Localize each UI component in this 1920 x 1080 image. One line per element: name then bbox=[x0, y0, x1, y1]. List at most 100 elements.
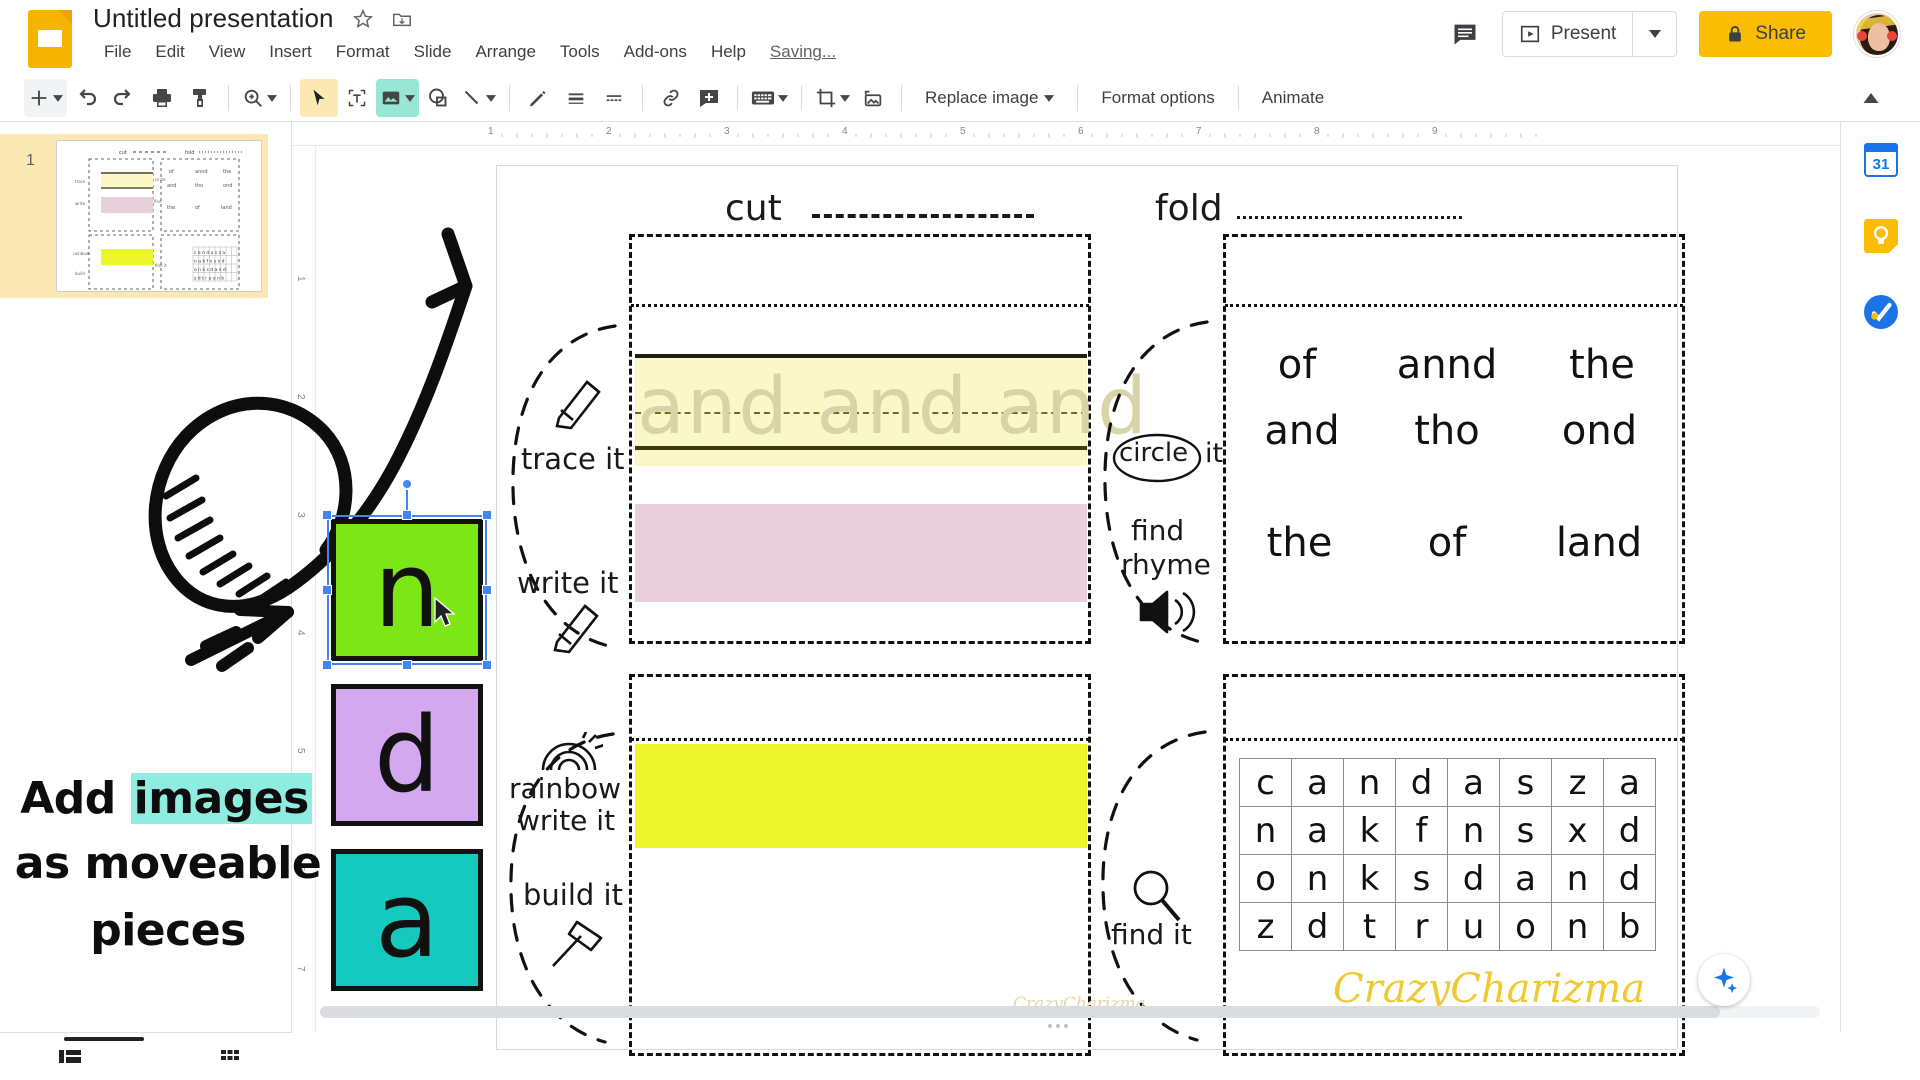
saving-status[interactable]: Saving... bbox=[770, 42, 836, 62]
letter-cell-0-1: a bbox=[1291, 758, 1344, 807]
toolbar-divider bbox=[1237, 85, 1239, 111]
letter-tile-d[interactable]: d bbox=[331, 684, 483, 826]
slide-filmstrip[interactable]: 1 cut fold of annd the and tho ond the o… bbox=[0, 122, 292, 1032]
menu-item-insert[interactable]: Insert bbox=[257, 38, 324, 66]
share-button[interactable]: Share bbox=[1699, 11, 1832, 57]
word-cell-1-2: ond bbox=[1561, 408, 1638, 454]
replace-image-button[interactable]: Replace image bbox=[911, 79, 1068, 117]
present-button[interactable]: Present bbox=[1503, 12, 1632, 56]
tasks-icon[interactable] bbox=[1861, 292, 1901, 332]
resize-handle-nw[interactable] bbox=[322, 510, 332, 520]
horizontal-ruler[interactable]: 1 2 3 4 5 6 7 8 9 bbox=[292, 122, 1840, 146]
menu-item-help[interactable]: Help bbox=[699, 38, 758, 66]
svg-text:the: the bbox=[167, 205, 175, 211]
keyboard-icon bbox=[751, 91, 775, 105]
insert-shape-button[interactable] bbox=[419, 79, 457, 117]
scrollbar-thumb[interactable] bbox=[320, 1006, 1720, 1018]
resize-handle-n[interactable] bbox=[402, 510, 412, 520]
explore-button[interactable] bbox=[1698, 954, 1750, 1006]
print-icon bbox=[153, 89, 171, 107]
grid-view-button[interactable] bbox=[210, 1037, 250, 1077]
letter-cell-2-2: k bbox=[1343, 854, 1396, 903]
keep-icon[interactable] bbox=[1861, 216, 1901, 256]
border-dash-button[interactable] bbox=[595, 79, 633, 117]
speaker-notes-button[interactable] bbox=[747, 79, 792, 117]
present-dropdown-button[interactable] bbox=[1632, 12, 1676, 56]
calendar-icon[interactable]: 31 bbox=[1861, 140, 1901, 180]
menu-item-slide[interactable]: Slide bbox=[402, 38, 464, 66]
resize-handle-w[interactable] bbox=[322, 585, 332, 595]
print-button[interactable] bbox=[143, 79, 181, 117]
canvas-horizontal-scrollbar[interactable] bbox=[320, 1006, 1820, 1018]
letter-cell-0-6: z bbox=[1551, 758, 1604, 807]
document-title[interactable]: Untitled presentation bbox=[93, 3, 334, 34]
resize-handle-se[interactable] bbox=[482, 660, 492, 670]
undo-button[interactable] bbox=[67, 79, 105, 117]
avatar[interactable] bbox=[1854, 11, 1900, 57]
fold-label: fold bbox=[1155, 188, 1223, 229]
letter-cell-2-4: d bbox=[1447, 854, 1500, 903]
speaker-notes-toggle[interactable] bbox=[50, 1037, 90, 1077]
image-mask-button[interactable] bbox=[854, 79, 892, 117]
crop-button[interactable] bbox=[811, 79, 854, 117]
explore-icon bbox=[1714, 967, 1738, 994]
text-box-button[interactable] bbox=[338, 79, 376, 117]
comment-history-button[interactable] bbox=[1442, 11, 1488, 57]
menu-bar: File Edit View Insert Format Slide Arran… bbox=[92, 38, 836, 66]
chevron-down-icon bbox=[53, 94, 63, 102]
filmstrip-slide-1[interactable]: 1 cut fold of annd the and tho ond the o… bbox=[0, 134, 268, 298]
ruler-tick-marks bbox=[501, 133, 1537, 138]
word-cell-2-0: the bbox=[1266, 520, 1333, 566]
format-options-button[interactable]: Format options bbox=[1087, 79, 1228, 117]
menu-item-arrange[interactable]: Arrange bbox=[463, 38, 547, 66]
svg-text:of: of bbox=[169, 169, 174, 175]
paint-format-button[interactable] bbox=[181, 79, 219, 117]
menu-item-addons[interactable]: Add-ons bbox=[612, 38, 699, 66]
select-tool-button[interactable] bbox=[300, 79, 338, 117]
resize-handle-e[interactable] bbox=[482, 585, 492, 595]
svg-text:of: of bbox=[195, 205, 200, 211]
menu-item-view[interactable]: View bbox=[197, 38, 258, 66]
collapse-toolbar-button[interactable] bbox=[1852, 79, 1890, 117]
insert-image-button[interactable] bbox=[376, 79, 419, 117]
resize-handle-s[interactable] bbox=[402, 660, 412, 670]
resize-handle-sw[interactable] bbox=[322, 660, 332, 670]
menu-item-tools[interactable]: Tools bbox=[548, 38, 612, 66]
slides-logo-icon[interactable] bbox=[28, 10, 72, 68]
panel-resize-grip[interactable] bbox=[1048, 1024, 1068, 1028]
word-cell-0-2: the bbox=[1569, 342, 1635, 388]
letter-cell-1-7: d bbox=[1603, 806, 1656, 855]
letter-cell-1-1: a bbox=[1291, 806, 1344, 855]
redo-button[interactable] bbox=[105, 79, 143, 117]
menu-item-file[interactable]: File bbox=[92, 38, 143, 66]
letter-tile-a[interactable]: a bbox=[331, 849, 483, 991]
rotation-handle[interactable] bbox=[401, 478, 413, 490]
toolbar-divider bbox=[642, 85, 643, 111]
star-icon[interactable] bbox=[352, 8, 374, 30]
move-to-folder-icon[interactable] bbox=[391, 8, 413, 30]
slide-thumbnail[interactable]: cut fold of annd the and tho ond the of … bbox=[56, 140, 262, 292]
insert-line-button[interactable] bbox=[457, 79, 500, 117]
vertical-ruler[interactable]: 1 2 3 4 5 6 7 bbox=[292, 146, 316, 1032]
letter-cell-3-3: r bbox=[1395, 902, 1448, 951]
menu-item-format[interactable]: Format bbox=[324, 38, 402, 66]
animate-button[interactable]: Animate bbox=[1248, 79, 1338, 117]
new-slide-button[interactable] bbox=[24, 79, 67, 117]
canvas-area[interactable]: cut fold and and and trace it write it r… bbox=[15, 146, 1840, 1056]
annotation-line-1: Add images bbox=[16, 771, 316, 826]
trace-it-label: trace it bbox=[521, 442, 625, 476]
slide-canvas[interactable]: cut fold and and and trace it write it r… bbox=[496, 165, 1685, 1056]
fill-color-button[interactable] bbox=[519, 79, 557, 117]
find-label: find bbox=[1131, 514, 1185, 547]
zoom-button[interactable] bbox=[238, 79, 281, 117]
letter-grid-row: n a k f n s x d bbox=[1239, 806, 1656, 855]
letter-cell-0-7: a bbox=[1603, 758, 1656, 807]
insert-link-button[interactable] bbox=[652, 79, 690, 117]
border-weight-button[interactable] bbox=[557, 79, 595, 117]
chevron-down-icon bbox=[405, 94, 415, 102]
add-comment-button[interactable] bbox=[690, 79, 728, 117]
resize-handle-ne[interactable] bbox=[482, 510, 492, 520]
redo-icon bbox=[113, 89, 131, 106]
text-box-icon bbox=[348, 89, 366, 107]
menu-item-edit[interactable]: Edit bbox=[143, 38, 196, 66]
